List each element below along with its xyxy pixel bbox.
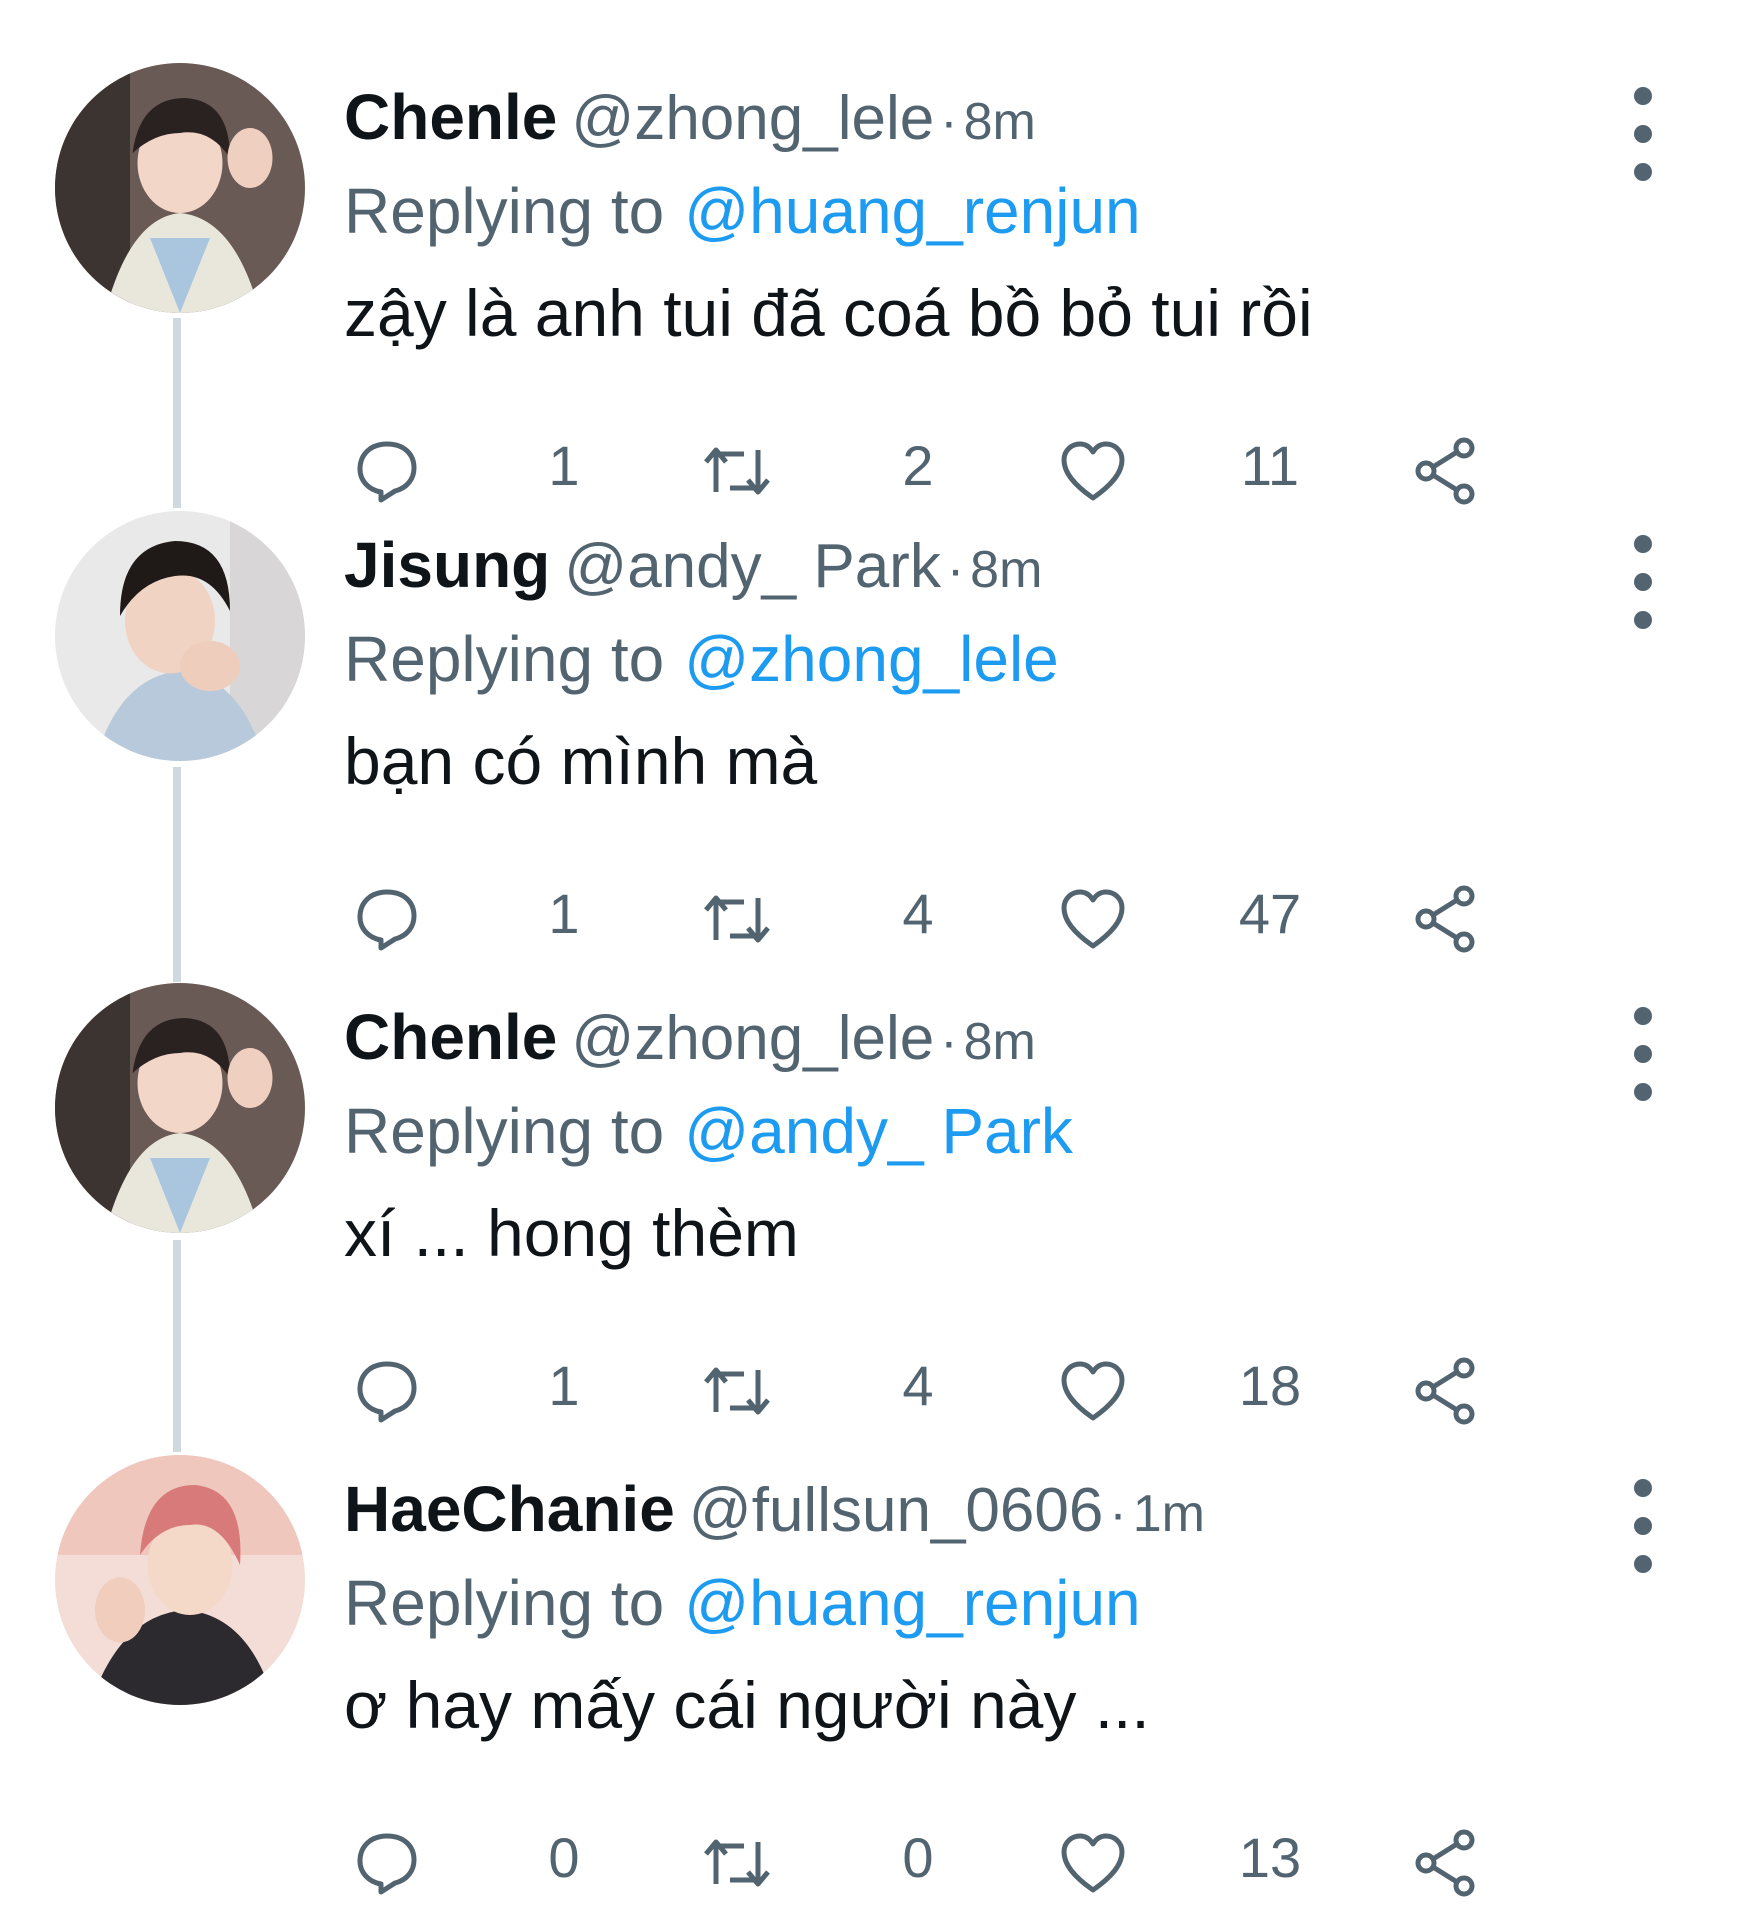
user-handle[interactable]: @andy_ Park: [564, 532, 941, 601]
separator-dot: ·: [1109, 1485, 1127, 1543]
replying-to-label: Replying to: [344, 175, 665, 247]
display-name[interactable]: Chenle: [344, 81, 557, 153]
more-options-icon[interactable]: [1620, 82, 1666, 186]
like-count: 13: [1238, 1826, 1302, 1889]
replying-to-mention[interactable]: @huang_renjun: [684, 1567, 1140, 1639]
tweet[interactable]: Jisung @andy_ Park · 8m Replying to @zhong_l…: [0, 448, 1737, 953]
avatar[interactable]: [55, 1455, 305, 1705]
separator-dot: ·: [946, 541, 965, 599]
replying-to: Replying to @zhong_lele: [344, 620, 1059, 698]
tweet-header: Chenle @zhong_lele · 8m: [344, 78, 1036, 156]
retweet-count: 0: [902, 1826, 934, 1889]
separator-dot: ·: [940, 1013, 958, 1071]
tweet-text: xí ... hong thèm: [344, 1196, 799, 1270]
timestamp[interactable]: 1m: [1133, 1485, 1205, 1543]
user-handle[interactable]: @zhong_lele: [571, 84, 934, 153]
more-options-icon[interactable]: [1620, 1474, 1666, 1578]
avatar[interactable]: [55, 983, 305, 1233]
like-icon[interactable]: [1058, 1828, 1128, 1898]
share-icon[interactable]: [1412, 1828, 1482, 1898]
more-options-icon[interactable]: [1620, 530, 1666, 634]
timestamp[interactable]: 8m: [970, 541, 1042, 599]
more-options-icon[interactable]: [1620, 1002, 1666, 1106]
tweet-header: Chenle @zhong_lele · 8m: [344, 998, 1036, 1076]
replying-to: Replying to @huang_renjun: [344, 1564, 1141, 1642]
display-name[interactable]: Chenle: [344, 1001, 557, 1073]
avatar[interactable]: [55, 63, 305, 313]
tweet-text: bạn có mình mà: [344, 724, 818, 798]
tweet-text: ơ hay mấy cái người này ...: [344, 1668, 1150, 1742]
display-name[interactable]: Jisung: [344, 529, 550, 601]
avatar[interactable]: [55, 511, 305, 761]
replying-to: Replying to @andy_ Park: [344, 1092, 1073, 1170]
reply-count: 0: [548, 1826, 580, 1889]
replying-to-mention[interactable]: @huang_renjun: [684, 175, 1140, 247]
replying-to-mention[interactable]: @zhong_lele: [684, 623, 1059, 695]
tweet-actions: 0 0 13: [0, 1818, 1737, 1898]
tweet[interactable]: Chenle @zhong_lele · 8m Replying to @huang_r…: [0, 0, 1737, 505]
user-handle[interactable]: @zhong_lele: [571, 1004, 934, 1073]
timestamp[interactable]: 8m: [964, 93, 1036, 151]
replying-to-label: Replying to: [344, 1567, 665, 1639]
tweet[interactable]: HaeChanie @fullsun_0606 · 1m Replying to @hu…: [0, 1392, 1737, 1897]
tweet[interactable]: Chenle @zhong_lele · 8m Replying to @andy_ P…: [0, 920, 1737, 1425]
reply-icon[interactable]: [352, 1828, 422, 1898]
display-name[interactable]: HaeChanie: [344, 1473, 675, 1545]
tweet-header: HaeChanie @fullsun_0606 · 1m: [344, 1470, 1205, 1548]
tweet-text: zậy là anh tui đã coá bồ bỏ tui rồi: [344, 276, 1313, 350]
replying-to-label: Replying to: [344, 623, 665, 695]
replying-to: Replying to @huang_renjun: [344, 172, 1141, 250]
separator-dot: ·: [940, 93, 958, 151]
tweet-header: Jisung @andy_ Park · 8m: [344, 526, 1042, 604]
replying-to-mention[interactable]: @andy_ Park: [684, 1095, 1073, 1167]
retweet-icon[interactable]: [702, 1828, 772, 1898]
replying-to-label: Replying to: [344, 1095, 665, 1167]
user-handle[interactable]: @fullsun_0606: [689, 1476, 1104, 1545]
timestamp[interactable]: 8m: [964, 1013, 1036, 1071]
